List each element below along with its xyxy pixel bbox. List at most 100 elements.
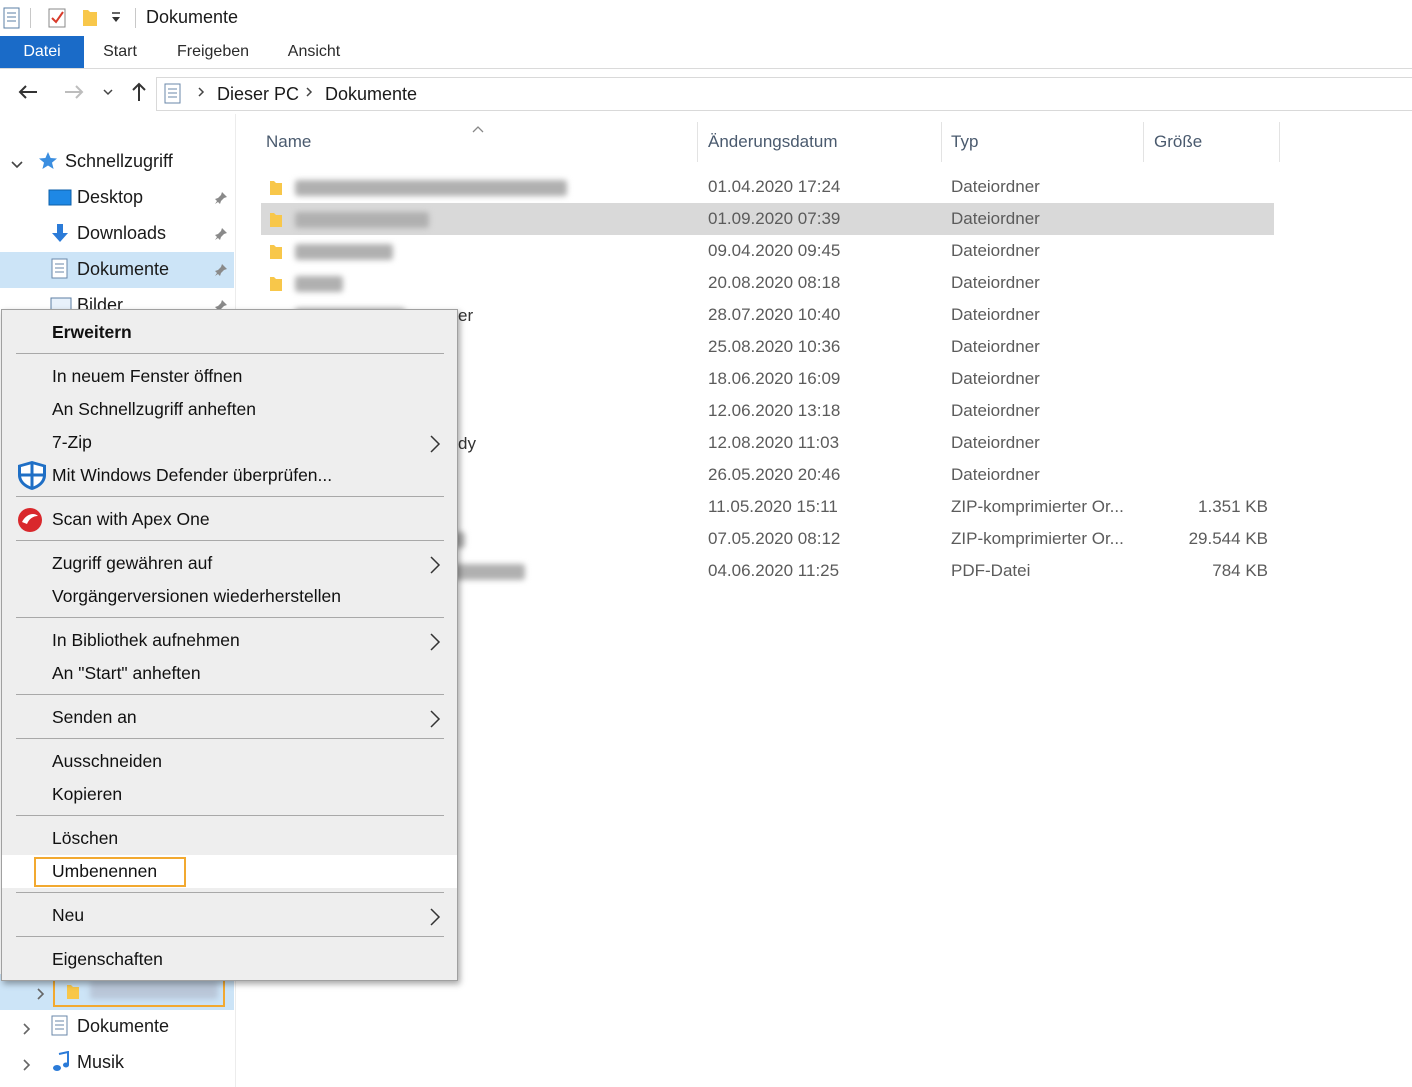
menu-item-label: Neu [52, 905, 85, 925]
tab-start[interactable]: Start [94, 36, 146, 68]
cell-type: Dateiordner [951, 337, 1040, 356]
menu-item-umbenennen[interactable]: Umbenennen [2, 855, 457, 888]
ribbon-tabs: Datei Start Freigeben Ansicht [0, 36, 1412, 69]
blurred-file-name [295, 244, 393, 260]
checkmark-properties-icon[interactable] [48, 6, 68, 35]
submenu-chevron-icon [428, 555, 442, 580]
desktop-icon [48, 188, 72, 213]
menu-item-label: An "Start" anheften [52, 663, 201, 683]
menu-item-7-zip[interactable]: 7-Zip [2, 426, 457, 459]
menu-separator [16, 540, 444, 541]
column-header-name[interactable]: Name [266, 132, 311, 152]
forward-arrow-icon[interactable] [62, 80, 86, 104]
menu-item-label: An Schnellzugriff anheften [52, 399, 256, 419]
pin-icon[interactable] [214, 262, 228, 282]
cell-type: Dateiordner [951, 209, 1040, 228]
window-title: Dokumente [146, 7, 239, 27]
cell-date: 12.06.2020 13:18 [708, 401, 841, 420]
tab-datei[interactable]: Datei [0, 36, 84, 68]
tab-freigeben[interactable]: Freigeben [168, 36, 258, 68]
cell-type: Dateiordner [951, 241, 1040, 260]
cell-size: 29.544 KB [1188, 529, 1268, 548]
table-row[interactable]: 01.04.2020 17:24 Dateiordner [261, 171, 1274, 203]
pin-icon[interactable] [214, 190, 228, 210]
pin-icon[interactable] [214, 226, 228, 246]
nav-dokumente[interactable]: Dokumente [0, 252, 234, 288]
properties-icon[interactable] [3, 6, 21, 35]
expand-chevron-icon[interactable] [36, 986, 46, 1006]
new-folder-icon[interactable] [82, 6, 98, 33]
menu-item-mit-windows-defender-überprüfen[interactable]: Mit Windows Defender überprüfen... [2, 459, 457, 492]
blurred-folder-name [90, 981, 218, 999]
star-icon [38, 151, 58, 176]
cell-date: 09.04.2020 09:45 [708, 241, 841, 260]
menu-item-label: In Bibliothek aufnehmen [52, 630, 240, 650]
menu-item-kopieren[interactable]: Kopieren [2, 778, 457, 811]
navigation-bar: Dieser PC Dokumente [0, 70, 1412, 114]
documents-location-icon [164, 83, 182, 110]
menu-item-senden-an[interactable]: Senden an [2, 701, 457, 734]
breadcrumb-dieser-pc[interactable]: Dieser PC [217, 84, 299, 105]
menu-item-in-bibliothek-aufnehmen[interactable]: In Bibliothek aufnehmen [2, 624, 457, 657]
address-bar[interactable]: Dieser PC Dokumente [156, 77, 1412, 111]
cell-size: 784 KB [1212, 561, 1268, 580]
menu-item-in-neuem-fenster-öffnen[interactable]: In neuem Fenster öffnen [2, 360, 457, 393]
menu-separator [16, 738, 444, 739]
nav-downloads[interactable]: Downloads [0, 216, 234, 252]
tab-ansicht[interactable]: Ansicht [280, 36, 348, 68]
menu-item-scan-with-apex-one[interactable]: Scan with Apex One [2, 503, 457, 536]
menu-item-label: Kopieren [52, 784, 123, 804]
breadcrumb-chevron-icon[interactable] [305, 86, 313, 101]
menu-item-label: In neuem Fenster öffnen [52, 366, 243, 386]
back-arrow-icon[interactable] [16, 80, 40, 104]
customize-toolbar-dropdown-icon[interactable] [110, 10, 122, 30]
expand-chevron-icon[interactable] [22, 1021, 32, 1041]
folder-icon [269, 178, 283, 201]
menu-separator [16, 892, 444, 893]
cell-date: 12.08.2020 11:03 [708, 433, 840, 452]
menu-item-label: Löschen [52, 828, 119, 848]
breadcrumb-dokumente[interactable]: Dokumente [325, 84, 417, 105]
windows-defender-shield-icon [16, 460, 48, 495]
cell-type: ZIP-komprimierter Or... [951, 529, 1124, 548]
apex-one-icon [16, 506, 44, 539]
cell-date: 18.06.2020 16:09 [708, 369, 841, 388]
menu-item-label: Zugriff gewähren auf [52, 553, 213, 573]
cell-type: Dateiordner [951, 369, 1040, 388]
documents-icon [51, 258, 69, 285]
up-arrow-icon[interactable] [127, 80, 151, 104]
column-header-date[interactable]: Änderungsdatum [708, 132, 837, 152]
menu-item-eigenschaften[interactable]: Eigenschaften [2, 943, 457, 976]
nav-label: Schnellzugriff [65, 151, 173, 171]
menu-item-label: Senden an [52, 707, 137, 727]
menu-item-an-start-anheften[interactable]: An "Start" anheften [2, 657, 457, 690]
expand-chevron-icon[interactable] [10, 155, 24, 175]
expand-chevron-icon[interactable] [22, 1057, 32, 1077]
menu-item-neu[interactable]: Neu [2, 899, 457, 932]
recent-locations-chevron-icon[interactable] [96, 80, 120, 104]
submenu-chevron-icon [428, 632, 442, 657]
context-menu: Erweitern In neuem Fenster öffnen An Schne… [1, 309, 458, 981]
table-row[interactable]: 01.09.2020 07:39 Dateiordner [261, 203, 1274, 235]
table-row[interactable]: 20.08.2020 08:18 Dateiordner [261, 267, 1274, 299]
download-arrow-icon [50, 223, 70, 250]
submenu-chevron-icon [428, 434, 442, 459]
menu-item-erweitern[interactable]: Erweitern [2, 316, 457, 349]
menu-item-ausschneiden[interactable]: Ausschneiden [2, 745, 457, 778]
menu-item-vorgängerversionen-wiederherstellen[interactable]: Vorgängerversionen wiederherstellen [2, 580, 457, 613]
table-row[interactable]: 09.04.2020 09:45 Dateiordner [261, 235, 1274, 267]
nav-tree-dokumente[interactable]: Dokumente [0, 1009, 234, 1045]
sort-ascending-icon [471, 118, 485, 138]
menu-item-löschen[interactable]: Löschen [2, 822, 457, 855]
nav-tree-musik[interactable]: Musik [0, 1045, 234, 1081]
nav-desktop[interactable]: Desktop [0, 180, 234, 216]
submenu-chevron-icon [428, 907, 442, 932]
column-header-size[interactable]: Größe [1154, 132, 1202, 152]
cell-type: Dateiordner [951, 465, 1040, 484]
nav-schnellzugriff[interactable]: Schnellzugriff [0, 144, 234, 180]
cell-date: 01.04.2020 17:24 [708, 177, 841, 196]
breadcrumb-chevron-icon[interactable] [197, 86, 205, 101]
menu-item-zugriff-gewähren-auf[interactable]: Zugriff gewähren auf [2, 547, 457, 580]
menu-item-an-schnellzugriff-anheften[interactable]: An Schnellzugriff anheften [2, 393, 457, 426]
column-header-type[interactable]: Typ [951, 132, 978, 152]
